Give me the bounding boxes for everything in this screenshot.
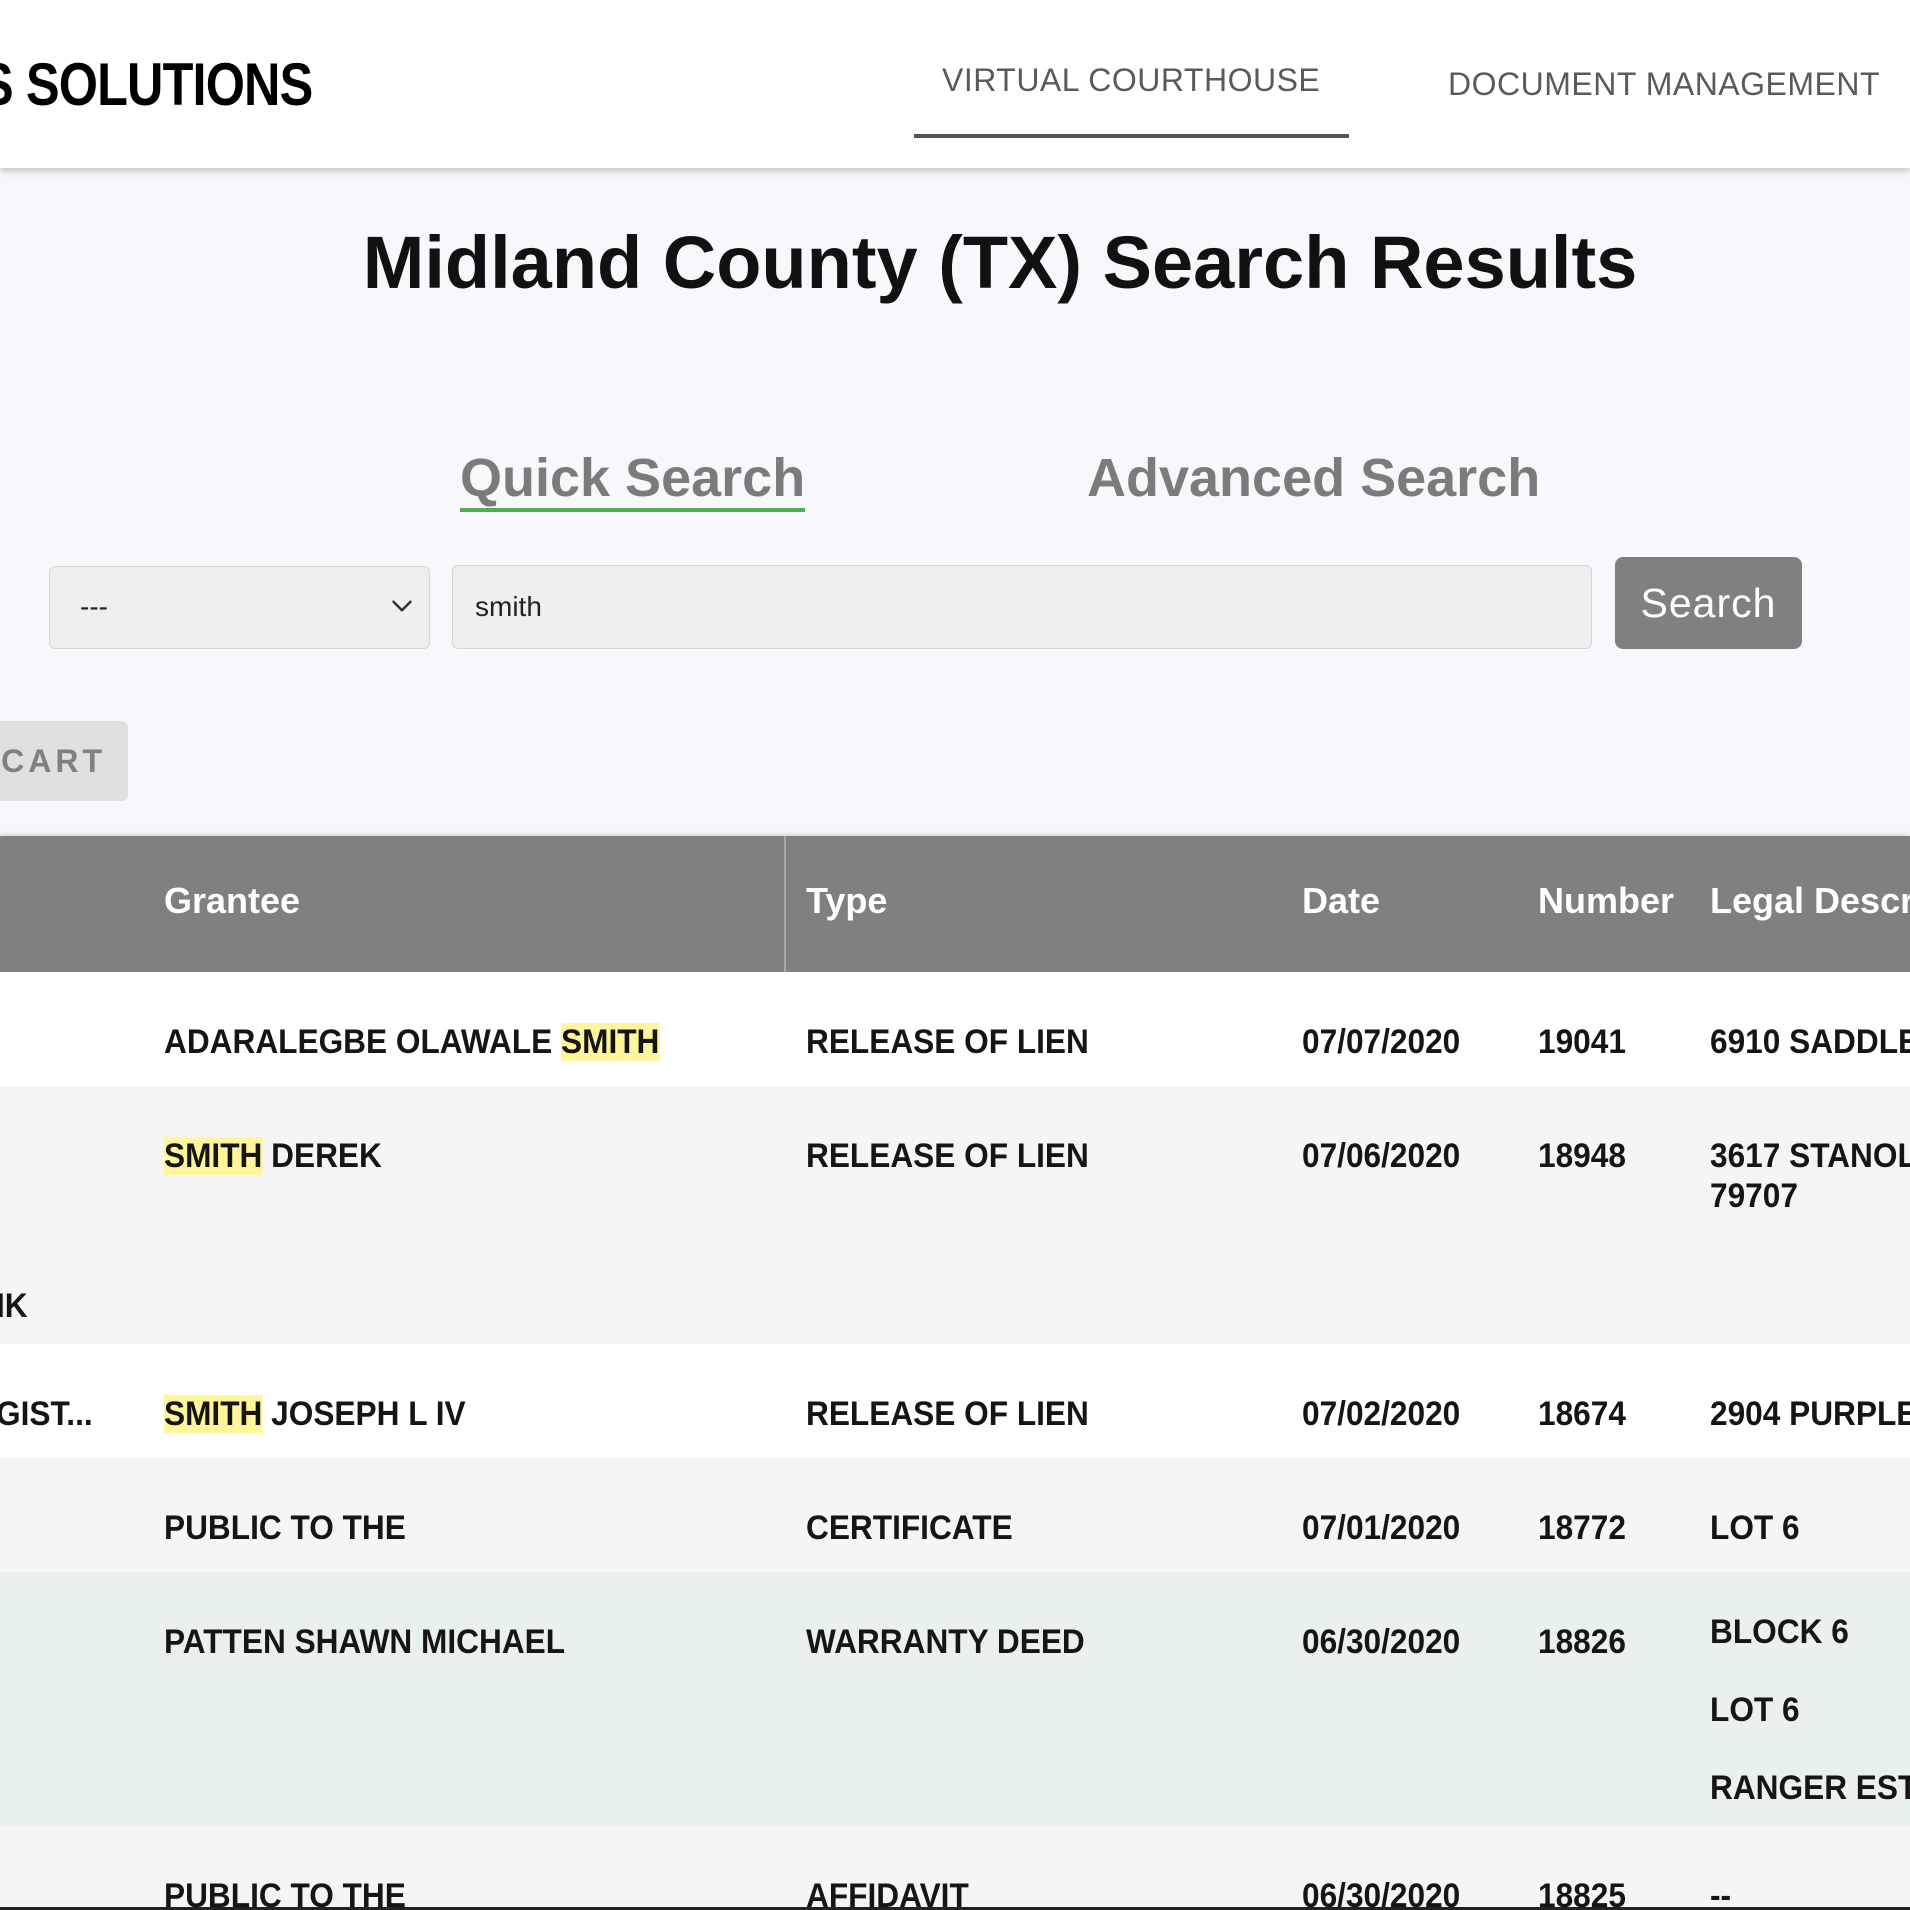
nav-active-underline [914,134,1349,138]
cell-clipped-column: GIST... [0,1395,93,1433]
brand-logo-text[interactable]: S SOLUTIONS [0,50,313,119]
table-row[interactable]: ADARALEGBE OLAWALE SMITH RELEASE OF LIEN 0… [0,972,1910,1086]
column-header-date[interactable]: Date [1302,880,1380,922]
chevron-down-icon [392,600,412,612]
cell-number: 18825 [1538,1877,1626,1910]
tab-advanced-search[interactable]: Advanced Search [1087,448,1540,508]
search-field-select[interactable]: --- [49,566,430,649]
table-row[interactable]: PUBLIC TO THE AFFIDAVIT 06/30/2020 18825 -- [0,1826,1910,1910]
cell-legal-description: LOT 6 [1710,1508,1800,1548]
cell-legal-description: 3617 STANOL 79707 [1710,1136,1910,1216]
cell-number: 18674 [1538,1395,1626,1433]
cell-type: CERTIFICATE [806,1509,1013,1547]
cell-clipped-column: IK [0,1287,28,1325]
cell-date: 06/30/2020 [1302,1877,1461,1910]
cell-legal-description: BLOCK 6 LOT 6 RANGER EST [1710,1612,1910,1808]
cell-legal-description: 6910 SADDLE [1710,1022,1910,1062]
cell-date: 07/07/2020 [1302,1023,1461,1061]
cell-grantee: SMITH JOSEPH L IV [164,1394,466,1434]
column-header-type[interactable]: Type [806,880,887,922]
grantee-text: PUBLIC TO THE [164,1877,406,1910]
search-input[interactable] [452,565,1592,649]
legal-description-line: 79707 [1710,1177,1798,1215]
cell-number: 18826 [1538,1623,1626,1661]
grantee-text: JOSEPH L IV [262,1395,466,1433]
cell-date: 07/01/2020 [1302,1509,1461,1547]
legal-description-line: 2904 PURPLE [1710,1395,1910,1433]
cell-grantee: PUBLIC TO THE [164,1508,406,1548]
nav-tab-document-management[interactable]: DOCUMENT MANAGEMENT [1448,66,1880,103]
legal-description-line: LOT 6 [1710,1691,1800,1729]
cell-grantee: PUBLIC TO THE [164,1876,406,1910]
grantee-text: DEREK [262,1137,382,1175]
grantee-text: ADARALEGBE OLAWALE [164,1023,562,1061]
cell-type: AFFIDAVIT [806,1877,969,1910]
cell-type: WARRANTY DEED [806,1623,1085,1661]
legal-description-line: BLOCK 6 [1710,1613,1849,1651]
cell-date: 06/30/2020 [1302,1623,1461,1661]
table-row[interactable]: PUBLIC TO THE CERTIFICATE 07/01/2020 18772 L… [0,1458,1910,1572]
cell-type: RELEASE OF LIEN [806,1395,1089,1433]
column-header-number[interactable]: Number [1538,880,1674,922]
cell-legal-description: 2904 PURPLE [1710,1394,1910,1434]
table-body: ADARALEGBE OLAWALE SMITH RELEASE OF LIEN 0… [0,972,1910,1910]
search-term-highlight: SMITH [164,1395,263,1433]
grantee-text: PATTEN SHAWN MICHAEL [164,1623,566,1661]
top-nav-bar: S SOLUTIONS VIRTUAL COURTHOUSE DOCUMENT … [0,0,1910,168]
search-term-highlight: SMITH [164,1137,263,1175]
cell-type: RELEASE OF LIEN [806,1023,1089,1061]
nav-tab-virtual-courthouse[interactable]: VIRTUAL COURTHOUSE [942,62,1320,99]
legal-description-line: -- [1710,1877,1732,1910]
table-row[interactable]: GIST... SMITH JOSEPH L IV RELEASE OF LIEN 0… [0,1344,1910,1458]
cell-number: 18772 [1538,1509,1626,1547]
table-row[interactable]: PATTEN SHAWN MICHAEL WARRANTY DEED 06/30/2… [0,1572,1910,1826]
legal-description-line: 3617 STANOL [1710,1137,1910,1175]
cart-button[interactable]: CART [0,721,128,801]
page-title: Midland County (TX) Search Results [362,221,1638,304]
cell-grantee: SMITH DEREK [164,1136,382,1176]
tab-quick-search[interactable]: Quick Search [460,448,806,512]
page: S SOLUTIONS VIRTUAL COURTHOUSE DOCUMENT … [0,0,1910,1910]
results-table: Grantee Type Date Number Legal Descr ADA… [0,836,1910,1910]
cell-grantee: ADARALEGBE OLAWALE SMITH [164,1022,660,1062]
legal-description-line: LOT 6 [1710,1509,1800,1547]
cell-legal-description: -- [1710,1876,1731,1910]
table-row[interactable]: IK SMITH DEREK RELEASE OF LIEN 07/06/2020 18… [0,1086,1910,1344]
search-button[interactable]: Search [1615,557,1802,649]
cell-number: 18948 [1538,1137,1626,1175]
legal-description-line: 6910 SADDLE [1710,1023,1910,1061]
cell-date: 07/06/2020 [1302,1137,1461,1175]
column-resize-handle[interactable] [784,836,786,972]
search-field-select-value: --- [80,591,108,622]
column-header-legal-description[interactable]: Legal Descr [1710,880,1910,922]
legal-description-line: RANGER EST [1710,1769,1910,1807]
cell-number: 19041 [1538,1023,1626,1061]
grantee-text: PUBLIC TO THE [164,1509,406,1547]
cell-date: 07/02/2020 [1302,1395,1461,1433]
table-header: Grantee Type Date Number Legal Descr [0,836,1910,972]
cell-type: RELEASE OF LIEN [806,1137,1089,1175]
column-header-grantee[interactable]: Grantee [164,880,300,922]
search-term-highlight: SMITH [561,1023,660,1061]
cell-grantee: PATTEN SHAWN MICHAEL [164,1622,565,1662]
